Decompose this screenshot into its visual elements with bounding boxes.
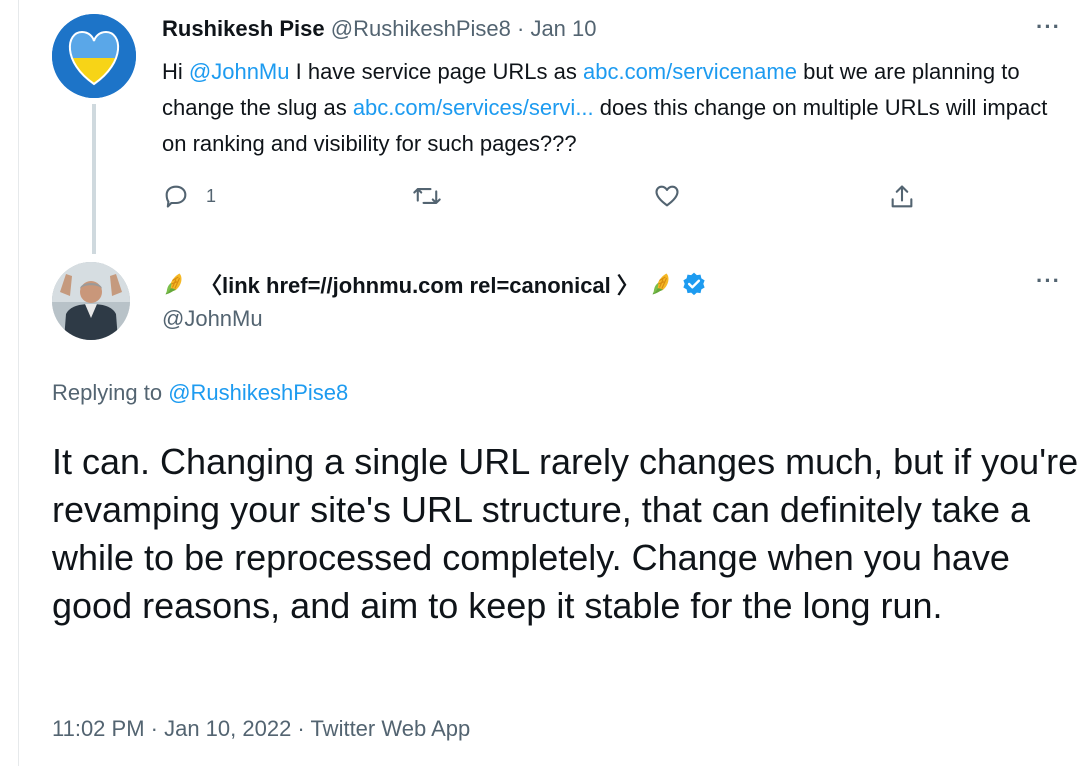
separator-dot: · — [516, 16, 525, 41]
like-icon — [655, 185, 679, 207]
profile-photo-icon — [52, 262, 130, 340]
verified-badge-icon — [683, 272, 705, 296]
replying-prefix: Replying to — [52, 380, 169, 405]
like-button[interactable] — [652, 182, 682, 210]
user-handle[interactable]: @RushikeshPise8 — [331, 16, 511, 41]
left-border — [18, 0, 19, 766]
avatar-rushikesh[interactable] — [52, 14, 136, 98]
corn-emoji-icon — [165, 273, 182, 295]
text-segment: I have service page URLs as — [289, 59, 583, 84]
thread-connector-line — [92, 104, 96, 254]
ukraine-heart-icon — [52, 14, 136, 98]
reply-user-handle[interactable]: @JohnMu — [162, 306, 263, 332]
replying-to-line: Replying to @RushikeshPise8 — [52, 380, 348, 406]
share-icon — [891, 185, 913, 208]
reply-tweet-text: It can. Changing a single URL rarely cha… — [52, 441, 1079, 626]
share-button[interactable] — [888, 182, 916, 212]
corn-emoji-icon — [652, 273, 669, 295]
display-name[interactable]: Rushikesh Pise — [162, 16, 325, 41]
reply-display-name-row[interactable]: 〈link href=//johnmu.com rel=canonical 〉 — [162, 268, 707, 300]
avatar-johnmu[interactable] — [52, 262, 130, 340]
url-link[interactable]: abc.com/services/servi... — [353, 95, 594, 120]
url-link[interactable]: abc.com/servicename — [583, 59, 797, 84]
tweet-header: Rushikesh Pise @RushikeshPise8 · Jan 10 — [162, 16, 597, 42]
tweet-text: Hi @JohnMu I have service page URLs as a… — [162, 54, 1062, 162]
tweet-actions: 1 — [162, 182, 922, 222]
reply-display-name: 〈link href=//johnmu.com rel=canonical 〉 — [200, 273, 639, 298]
tweet-timestamp-source[interactable]: 11:02 PM · Jan 10, 2022 · Twitter Web Ap… — [52, 716, 470, 742]
retweet-icon — [413, 188, 441, 204]
more-options-button[interactable]: ··· — [1036, 14, 1061, 40]
replying-to-mention[interactable]: @RushikeshPise8 — [168, 380, 348, 405]
retweet-button[interactable] — [412, 182, 442, 210]
tweet-date[interactable]: Jan 10 — [530, 16, 596, 41]
reply-button[interactable]: 1 — [162, 182, 216, 210]
mention-link[interactable]: @JohnMu — [189, 59, 290, 84]
more-options-button[interactable]: ··· — [1036, 268, 1061, 294]
text-segment: Hi — [162, 59, 189, 84]
reply-icon — [165, 185, 187, 208]
reply-count: 1 — [206, 185, 217, 206]
